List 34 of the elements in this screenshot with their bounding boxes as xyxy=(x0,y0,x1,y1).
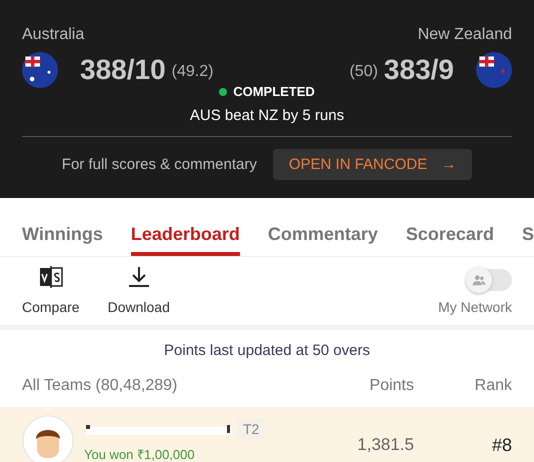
download-button[interactable]: Download xyxy=(108,265,170,315)
match-result: AUS beat NZ by 5 runs xyxy=(22,107,512,137)
promo-text: For full scores & commentary xyxy=(62,156,257,173)
team-name: Australia xyxy=(22,26,86,44)
column-header: Points xyxy=(368,377,414,395)
tab[interactable]: S xyxy=(522,200,534,256)
toggle-label: My Network xyxy=(438,299,512,315)
team-tag: T2 xyxy=(238,419,264,439)
tab[interactable]: Leaderboard xyxy=(130,200,240,256)
team-score: 383/9 xyxy=(384,54,454,86)
team-name: New Zealand xyxy=(418,26,512,44)
overs-count: (50) xyxy=(349,63,378,81)
versus-icon xyxy=(38,265,63,289)
team-score: 388/10 xyxy=(80,54,166,86)
people-icon xyxy=(472,273,486,287)
flag-icon xyxy=(22,52,58,88)
match-status: COMPLETED xyxy=(233,84,315,99)
tab[interactable]: Winnings xyxy=(22,200,103,256)
column-header: Rank xyxy=(474,377,512,395)
update-notice: Points last updated at 50 overs xyxy=(163,341,371,361)
overs-count: (49.2) xyxy=(172,63,214,81)
compare-button[interactable]: Compare xyxy=(22,265,80,315)
tab[interactable]: Commentary xyxy=(268,200,378,256)
points-value: 1,381.5 xyxy=(356,434,414,455)
network-toggle[interactable] xyxy=(468,269,512,291)
avatar-icon xyxy=(22,415,74,462)
leaderboard-row[interactable]: T2 You won ₹1,00,000 1,381.5 #8 xyxy=(0,407,534,462)
download-icon xyxy=(126,265,151,289)
rank-value: #8 xyxy=(490,434,512,456)
tab[interactable]: Scorecard xyxy=(406,200,494,256)
flag-icon xyxy=(476,52,512,88)
winnings-text: You won ₹1,00,000 xyxy=(84,446,196,462)
open-app-button[interactable]: OPEN IN FANCODE → xyxy=(272,149,472,180)
column-header: All Teams (80,48,289) xyxy=(22,377,178,395)
